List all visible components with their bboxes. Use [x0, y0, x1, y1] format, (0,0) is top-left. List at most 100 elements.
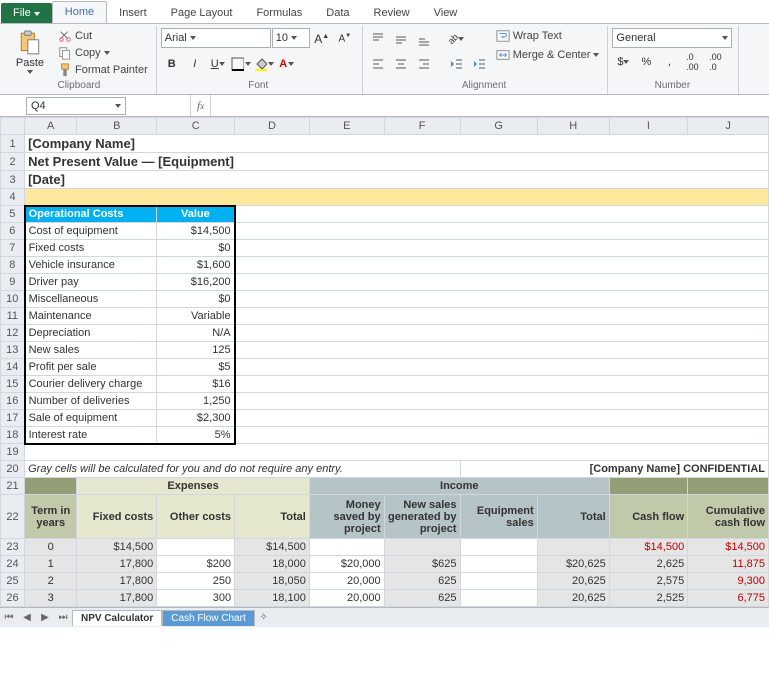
sheet-nav-first-button[interactable]: ⏮ — [0, 609, 18, 627]
sheet-nav-last-button[interactable]: ⏭ — [54, 609, 72, 627]
cell[interactable] — [157, 539, 235, 556]
accounting-format-button[interactable]: $ — [612, 51, 634, 73]
tab-file[interactable]: File — [1, 3, 52, 23]
cell[interactable] — [235, 240, 769, 257]
cell[interactable] — [235, 410, 769, 427]
cell[interactable]: $200 — [157, 556, 235, 573]
cell[interactable]: 1,250 — [157, 393, 235, 410]
row-header[interactable]: 10 — [1, 291, 25, 308]
col-header[interactable]: A — [25, 118, 77, 135]
align-top-button[interactable] — [367, 28, 389, 50]
cell[interactable]: $14,500 — [688, 539, 769, 556]
percent-format-button[interactable]: % — [635, 51, 657, 73]
cell[interactable]: 2,575 — [609, 573, 687, 590]
row-header[interactable]: 3 — [1, 171, 25, 189]
row-header[interactable]: 17 — [1, 410, 25, 427]
row-header[interactable]: 25 — [1, 573, 25, 590]
cell[interactable] — [235, 274, 769, 291]
cell[interactable]: $5 — [157, 359, 235, 376]
cell[interactable]: 300 — [157, 590, 235, 607]
cell[interactable]: Cost of equipment — [25, 223, 157, 240]
cell[interactable]: 125 — [157, 342, 235, 359]
cell[interactable]: N/A — [157, 325, 235, 342]
cell[interactable]: 250 — [157, 573, 235, 590]
tab-page-layout[interactable]: Page Layout — [159, 3, 245, 23]
comma-format-button[interactable]: , — [658, 51, 680, 73]
cell[interactable]: Money saved by project — [309, 495, 384, 539]
paste-button[interactable]: Paste — [8, 28, 52, 76]
font-size-select[interactable]: 10 — [272, 28, 310, 48]
row-header[interactable]: 23 — [1, 539, 25, 556]
cell[interactable]: 0 — [25, 539, 77, 556]
cell[interactable]: 2,525 — [609, 590, 687, 607]
cell[interactable]: Equipment sales — [460, 495, 537, 539]
cell[interactable]: [Company Name] — [25, 135, 769, 153]
merge-center-button[interactable]: Merge & Center — [494, 47, 602, 63]
format-painter-button[interactable]: Format Painter — [56, 62, 150, 78]
row-header[interactable]: 18 — [1, 427, 25, 444]
cell[interactable]: Interest rate — [25, 427, 157, 444]
cell[interactable]: $625 — [384, 556, 460, 573]
cell[interactable] — [25, 444, 769, 461]
cell[interactable]: 17,800 — [77, 590, 157, 607]
cell[interactable]: 5% — [157, 427, 235, 444]
cell[interactable] — [309, 539, 384, 556]
cell[interactable]: Cash flow — [609, 495, 687, 539]
wrap-text-button[interactable]: Wrap Text — [494, 28, 602, 44]
cell[interactable] — [235, 342, 769, 359]
underline-button[interactable]: U — [207, 53, 229, 75]
cell[interactable] — [460, 539, 537, 556]
row-header[interactable]: 1 — [1, 135, 25, 153]
cell[interactable] — [235, 325, 769, 342]
col-header[interactable]: G — [460, 118, 537, 135]
new-sheet-button[interactable]: ✧ — [255, 609, 273, 627]
row-header[interactable]: 5 — [1, 206, 25, 223]
row-header[interactable]: 13 — [1, 342, 25, 359]
col-headers[interactable]: A B C D E F G H I J — [1, 118, 769, 135]
cell[interactable]: Maintenance — [25, 308, 157, 325]
col-header[interactable]: H — [537, 118, 609, 135]
sheet-nav-next-button[interactable]: ▶ — [36, 609, 54, 627]
cell[interactable] — [235, 393, 769, 410]
grow-font-button[interactable]: A▲ — [311, 28, 333, 50]
sheet-nav-prev-button[interactable]: ◀ — [18, 609, 36, 627]
tab-view[interactable]: View — [422, 3, 470, 23]
bold-button[interactable]: B — [161, 53, 183, 75]
cell[interactable]: 18,100 — [235, 590, 310, 607]
col-header[interactable]: B — [77, 118, 157, 135]
cell[interactable] — [460, 556, 537, 573]
cell[interactable]: 2 — [25, 573, 77, 590]
cell[interactable]: Cumulative cash flow — [688, 495, 769, 539]
cell[interactable] — [235, 291, 769, 308]
tab-insert[interactable]: Insert — [107, 3, 159, 23]
cell[interactable]: Total — [235, 495, 310, 539]
cell[interactable]: $14,500 — [157, 223, 235, 240]
row-header[interactable]: 7 — [1, 240, 25, 257]
cell[interactable]: Sale of equipment — [25, 410, 157, 427]
row-header[interactable]: 26 — [1, 590, 25, 607]
cell[interactable]: Net Present Value — [Equipment] — [25, 153, 769, 171]
tab-home[interactable]: Home — [52, 1, 107, 23]
row-header[interactable]: 20 — [1, 461, 25, 478]
row-header[interactable]: 22 — [1, 495, 25, 539]
align-center-button[interactable] — [390, 53, 412, 75]
decrease-decimal-button[interactable]: .00.0 — [704, 51, 726, 73]
cell[interactable] — [235, 206, 769, 223]
name-box[interactable]: Q4 — [26, 97, 126, 115]
cell[interactable]: $14,500 — [609, 539, 687, 556]
col-header[interactable]: D — [235, 118, 310, 135]
cell[interactable]: 6,775 — [688, 590, 769, 607]
row-header[interactable]: 4 — [1, 189, 25, 206]
cell[interactable]: Total — [537, 495, 609, 539]
cell[interactable]: $0 — [157, 291, 235, 308]
fx-icon[interactable]: fx — [190, 95, 211, 116]
align-left-button[interactable] — [367, 53, 389, 75]
cell[interactable] — [235, 427, 769, 444]
cell[interactable]: $2,300 — [157, 410, 235, 427]
row-header[interactable]: 8 — [1, 257, 25, 274]
row-header[interactable]: 14 — [1, 359, 25, 376]
number-format-select[interactable]: General — [612, 28, 732, 48]
row-header[interactable]: 12 — [1, 325, 25, 342]
cell[interactable] — [537, 539, 609, 556]
decrease-indent-button[interactable] — [445, 53, 467, 75]
